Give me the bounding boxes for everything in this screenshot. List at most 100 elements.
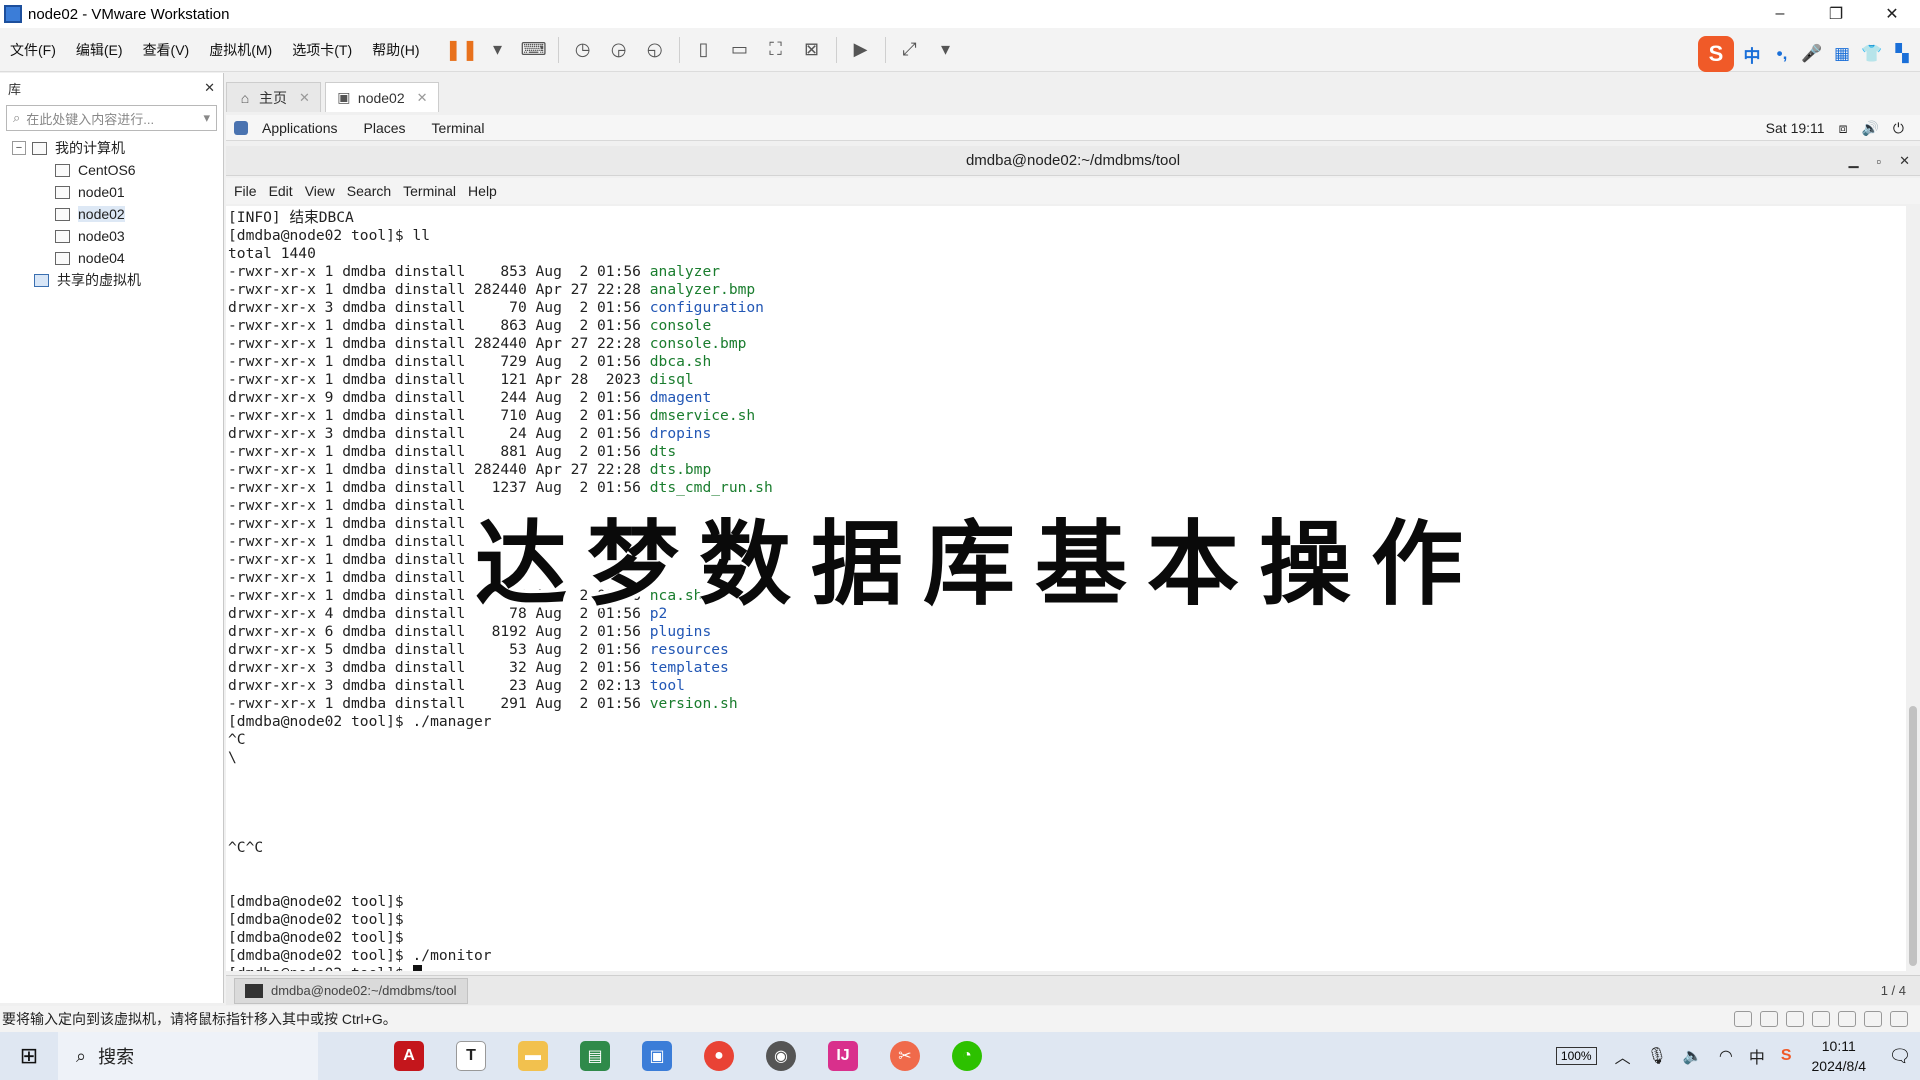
tree-item-shared-vms[interactable]: 共享的虚拟机	[0, 269, 223, 291]
taskbar-app-jetbrains[interactable]: IJ	[812, 1032, 874, 1080]
printer-icon[interactable]	[1812, 1011, 1830, 1027]
tree-item-centos6[interactable]: CentOS6	[0, 159, 223, 181]
tab-close-icon[interactable]: ✕	[417, 90, 428, 106]
menu-vm[interactable]: 虚拟机(M)	[199, 40, 282, 60]
library-title: 库	[8, 81, 22, 97]
tree-item-node02[interactable]: node02	[0, 203, 223, 225]
library-close-icon[interactable]: ✕	[204, 80, 215, 96]
taskbar-app-screenshot[interactable]: ✂	[874, 1032, 936, 1080]
volume-icon[interactable]: 🔊	[1861, 120, 1878, 137]
ime-toolbox-icon[interactable]: ▚	[1890, 42, 1914, 66]
directory-name: plugins	[649, 623, 712, 640]
terminal-menu-file[interactable]: File	[234, 183, 257, 199]
taskbar-app-spreadsheet[interactable]: ▤	[564, 1032, 626, 1080]
terminal-menu-view[interactable]: View	[305, 183, 335, 199]
show-library-icon[interactable]: ▯	[691, 37, 717, 63]
sogou-ime-logo-icon[interactable]: S	[1698, 36, 1734, 72]
minimize-button[interactable]: –	[1752, 0, 1808, 28]
dropdown-chevron-icon[interactable]: ▾	[485, 37, 511, 63]
guest-clock[interactable]: Sat 19:11	[1766, 120, 1825, 136]
menu-edit[interactable]: 编辑(E)	[66, 40, 133, 60]
taskbar-app-wechat[interactable]: ◔	[936, 1032, 998, 1080]
guest-menu-places[interactable]: Places	[364, 120, 406, 136]
terminal-menu-edit[interactable]: Edit	[269, 183, 293, 199]
taskbar-app-chrome[interactable]: ●	[688, 1032, 750, 1080]
microphone-icon[interactable]: 🎙	[1647, 1046, 1667, 1066]
tree-item-node03[interactable]: node03	[0, 225, 223, 247]
menu-view[interactable]: 查看(V)	[133, 40, 200, 60]
menu-file[interactable]: 文件(F)	[0, 40, 66, 60]
windows-start-icon[interactable]: ⊞	[0, 1032, 58, 1080]
wechat-icon: ◔	[952, 1041, 982, 1071]
thumbnail-bar-icon[interactable]: ▭	[727, 37, 753, 63]
taskbar-app-game[interactable]: ◉	[750, 1032, 812, 1080]
menu-help[interactable]: 帮助(H)	[362, 40, 429, 60]
library-search-input[interactable]: ⌕ 在此处键入内容进行... ▾	[6, 105, 217, 131]
guest-menu-applications[interactable]: Applications	[262, 120, 338, 136]
collapse-icon[interactable]: −	[12, 141, 26, 155]
tree-root-my-computer[interactable]: − 我的计算机	[0, 137, 223, 159]
tree-item-node01[interactable]: node01	[0, 181, 223, 203]
sound-card-icon[interactable]	[1838, 1011, 1856, 1027]
speaker-icon[interactable]: 🔈	[1683, 1046, 1703, 1066]
chevron-up-icon[interactable]: ︿	[1615, 1044, 1631, 1068]
message-log-icon[interactable]	[1890, 1011, 1908, 1027]
cd-drive-icon[interactable]	[1760, 1011, 1778, 1027]
pause-icon[interactable]: ❚❚	[445, 37, 479, 63]
terminal-menu-terminal[interactable]: Terminal	[403, 183, 456, 199]
battery-indicator[interactable]: 100%	[1555, 1047, 1597, 1065]
terminal-maximize-icon[interactable]: ▫	[1876, 154, 1881, 169]
input-language-indicator[interactable]: 中	[1749, 1044, 1765, 1068]
tab-home[interactable]: ⌂ 主页 ✕	[226, 82, 321, 112]
tree-item-node04[interactable]: node04	[0, 247, 223, 269]
console-view-icon[interactable]: ▶	[848, 37, 874, 63]
restore-button[interactable]: ❐	[1808, 0, 1864, 28]
unity-icon[interactable]: ⊠	[799, 37, 825, 63]
tab-node02[interactable]: ▣ node02 ✕	[324, 82, 439, 112]
workspace-pager[interactable]: 1 / 4	[1881, 983, 1906, 998]
revert-snapshot-icon[interactable]: ◶	[606, 37, 632, 63]
network-adapter-icon[interactable]	[1786, 1011, 1804, 1027]
sogou-tray-icon[interactable]: S	[1781, 1047, 1792, 1065]
usb-icon[interactable]	[1864, 1011, 1882, 1027]
network-icon[interactable]: ⧈	[1839, 120, 1848, 137]
terminal-close-icon[interactable]: ✕	[1899, 153, 1910, 169]
tab-close-icon[interactable]: ✕	[299, 90, 310, 106]
taskbar-app-vmware[interactable]: ▣	[626, 1032, 688, 1080]
snapshot-icon[interactable]: ◷	[570, 37, 596, 63]
ime-microphone-icon[interactable]: 🎤	[1800, 42, 1824, 66]
dropdown-chevron-icon[interactable]: ▾	[933, 37, 959, 63]
snapshot-manager-icon[interactable]: ◵	[642, 37, 668, 63]
taskbar-app-explorer[interactable]: ▬	[502, 1032, 564, 1080]
power-icon[interactable]: ⏻	[1893, 120, 1904, 137]
terminal-line-text: [dmdba@node02 tool]$	[228, 911, 404, 928]
terminal-menu-help[interactable]: Help	[468, 183, 497, 199]
full-screen-icon[interactable]: ⛶	[763, 37, 789, 63]
menu-tabs[interactable]: 选项卡(T)	[282, 40, 362, 60]
taskbar-app-typora[interactable]: T	[440, 1032, 502, 1080]
taskbar-search-box[interactable]: ⌕ 搜索	[58, 1032, 318, 1080]
scrollbar-thumb[interactable]	[1909, 706, 1917, 966]
ime-keyboard-icon[interactable]: ▦	[1830, 42, 1854, 66]
send-keys-icon[interactable]: ⌨	[521, 37, 547, 63]
wifi-icon[interactable]: ◠	[1719, 1046, 1733, 1066]
taskbar-clock[interactable]: 10:11 2024/8/4	[1812, 1036, 1867, 1076]
vmware-logo-icon	[4, 5, 22, 23]
terminal-scrollbar[interactable]	[1906, 206, 1920, 971]
stretch-guest-icon[interactable]: ⤢	[897, 37, 923, 63]
ime-punctuation-icon[interactable]: •,	[1770, 42, 1794, 66]
ime-skin-icon[interactable]: 👕	[1860, 42, 1884, 66]
close-button[interactable]: ✕	[1864, 0, 1920, 28]
notification-center-icon[interactable]: 🗨	[1880, 1046, 1920, 1067]
hard-disk-icon[interactable]	[1734, 1011, 1752, 1027]
chevron-down-icon[interactable]: ▾	[203, 110, 210, 126]
guest-menu-terminal[interactable]: Terminal	[432, 120, 485, 136]
ime-chinese-mode-icon[interactable]: 中	[1740, 42, 1764, 66]
taskbar-app-pdf[interactable]: A	[378, 1032, 440, 1080]
file-attributes: -rwxr-xr-x 1 dmdba dinstall 291 Aug 2 01…	[228, 695, 650, 712]
terminal-minimize-icon[interactable]: ▁	[1848, 153, 1858, 169]
guest-taskbar-terminal-button[interactable]: dmdba@node02:~/dmdbms/tool	[234, 977, 468, 1004]
terminal-menu-search[interactable]: Search	[347, 183, 391, 199]
